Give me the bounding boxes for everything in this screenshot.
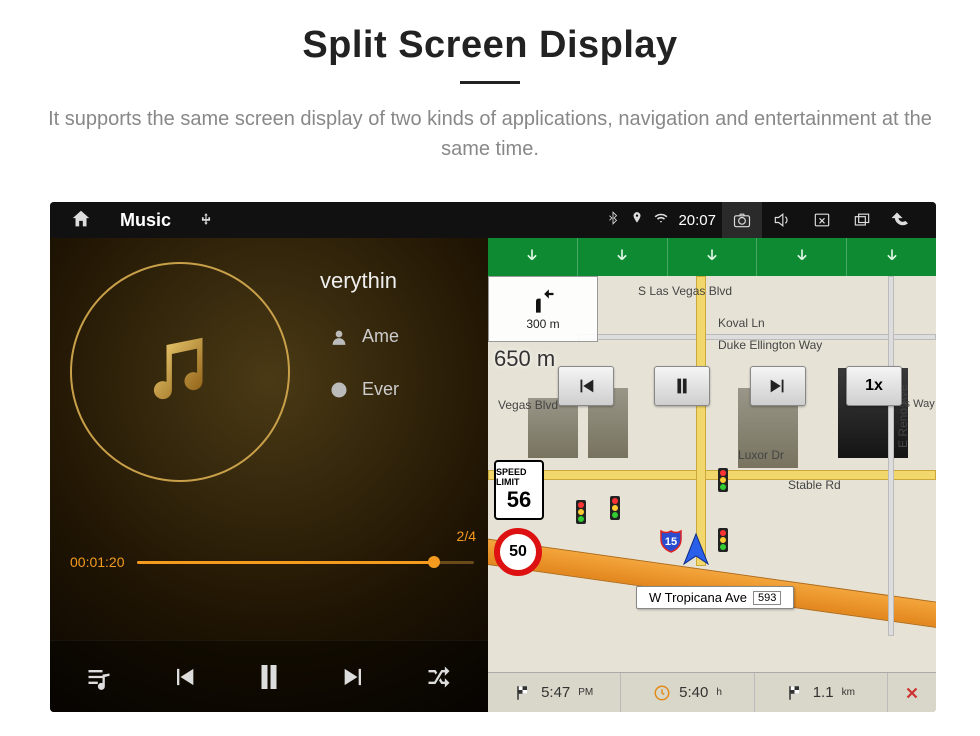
gps-pin-icon bbox=[630, 211, 644, 229]
home-icon[interactable] bbox=[70, 208, 92, 233]
disc-icon bbox=[330, 381, 348, 399]
overlay-next-button[interactable] bbox=[750, 366, 806, 406]
turn-left-icon bbox=[529, 287, 557, 315]
page-subtitle: It supports the same screen display of t… bbox=[40, 104, 940, 164]
album-art bbox=[70, 262, 290, 482]
track-index: 2/4 bbox=[457, 528, 476, 544]
street-label: Luxor Dr bbox=[738, 448, 784, 462]
usb-icon[interactable] bbox=[199, 210, 213, 231]
album-name: Ever bbox=[362, 379, 399, 400]
eta-cell[interactable]: 5:47PM bbox=[488, 673, 621, 712]
album-row: Ever bbox=[330, 379, 399, 400]
vehicle-position-icon bbox=[676, 530, 716, 575]
traffic-light-icon bbox=[718, 468, 728, 492]
duration-cell[interactable]: 5:40h bbox=[621, 673, 754, 712]
traffic-light-icon bbox=[576, 500, 586, 524]
close-icon bbox=[903, 684, 921, 702]
volume-button[interactable] bbox=[762, 202, 802, 238]
turn-main-distance: 650 m bbox=[494, 346, 555, 372]
nav-bottom-bar: 5:47PM 5:40h 1.1km bbox=[488, 672, 936, 712]
progress-track[interactable] bbox=[137, 561, 475, 564]
traffic-light-icon bbox=[610, 496, 620, 520]
next-turn-card: 300 m bbox=[488, 276, 598, 342]
flag-icon bbox=[787, 684, 805, 702]
lane-arrow-icon bbox=[847, 238, 936, 276]
map-road bbox=[488, 470, 936, 480]
current-speed-badge: 50 bbox=[494, 528, 542, 576]
recents-button[interactable] bbox=[842, 202, 882, 238]
turn-step-distance: 300 m bbox=[526, 317, 559, 331]
progress-bar[interactable]: 00:01:20 bbox=[70, 554, 474, 570]
device-frame: Music 20:07 bbox=[50, 202, 936, 712]
progress-thumb[interactable] bbox=[428, 556, 440, 568]
statusbar-app-label: Music bbox=[120, 210, 171, 231]
speed-limit-value: 56 bbox=[507, 487, 531, 513]
track-metadata: verythin Ame Ever bbox=[330, 268, 399, 400]
prev-track-button[interactable] bbox=[164, 657, 204, 697]
speed-limit-sign: SPEED LIMIT 56 bbox=[494, 460, 544, 520]
elapsed-time: 00:01:20 bbox=[70, 554, 125, 570]
person-icon bbox=[330, 328, 348, 346]
nav-media-overlay: 1x bbox=[558, 366, 902, 406]
music-note-icon bbox=[135, 327, 225, 417]
street-label: Stable Rd bbox=[788, 478, 841, 492]
overlay-pause-button[interactable] bbox=[654, 366, 710, 406]
lane-arrow-icon bbox=[488, 238, 578, 276]
next-track-button[interactable] bbox=[334, 657, 374, 697]
map-road bbox=[888, 276, 894, 636]
shuffle-button[interactable] bbox=[419, 657, 459, 697]
bluetooth-icon bbox=[606, 211, 620, 229]
street-label: W Tropicana Ave bbox=[649, 590, 747, 605]
progress-fill bbox=[137, 561, 434, 564]
close-app-button[interactable] bbox=[802, 202, 842, 238]
current-street-pill: W Tropicana Ave 593 bbox=[636, 586, 794, 609]
title-underline bbox=[460, 81, 520, 84]
traffic-light-icon bbox=[718, 528, 728, 552]
flag-icon bbox=[515, 684, 533, 702]
distance-cell[interactable]: 1.1km bbox=[755, 673, 888, 712]
music-pane: verythin Ame Ever 2/4 00:01:20 bbox=[50, 238, 488, 712]
artist-name: Ame bbox=[362, 326, 399, 347]
track-title-row: verythin bbox=[320, 268, 399, 294]
overlay-prev-button[interactable] bbox=[558, 366, 614, 406]
clock-time: 20:07 bbox=[678, 212, 716, 229]
current-speed-value: 50 bbox=[509, 543, 527, 561]
lane-arrow-icon bbox=[668, 238, 758, 276]
clock-icon bbox=[653, 684, 671, 702]
artist-row: Ame bbox=[330, 326, 399, 347]
statusbar-indicators: 20:07 bbox=[606, 211, 722, 229]
speed-limit-label: SPEED LIMIT bbox=[496, 467, 542, 487]
track-title: verythin bbox=[320, 268, 397, 294]
music-controls bbox=[50, 640, 488, 712]
map-road bbox=[696, 276, 706, 566]
status-bar: Music 20:07 bbox=[50, 202, 936, 238]
street-label: S Las Vegas Blvd bbox=[638, 284, 732, 298]
lane-arrow-icon bbox=[757, 238, 847, 276]
nav-close-button[interactable] bbox=[888, 673, 936, 712]
navigation-pane: S Las Vegas Blvd Koval Ln Duke Ellington… bbox=[488, 238, 936, 712]
camera-button[interactable] bbox=[722, 202, 762, 238]
route-number-badge: 593 bbox=[753, 591, 781, 605]
lane-arrow-icon bbox=[578, 238, 668, 276]
music-main: verythin Ame Ever 2/4 00:01:20 bbox=[50, 238, 488, 640]
back-button[interactable] bbox=[882, 202, 922, 238]
wifi-icon bbox=[654, 211, 668, 229]
playlist-button[interactable] bbox=[79, 657, 119, 697]
play-pause-button[interactable] bbox=[249, 657, 289, 697]
street-label: Vegas Blvd bbox=[498, 398, 558, 412]
street-label: Koval Ln bbox=[718, 316, 765, 330]
street-label: Duke Ellington Way bbox=[718, 338, 822, 352]
lane-guidance-bar bbox=[488, 238, 936, 276]
page-title: Split Screen Display bbox=[0, 24, 980, 67]
overlay-speed-button[interactable]: 1x bbox=[846, 366, 902, 406]
